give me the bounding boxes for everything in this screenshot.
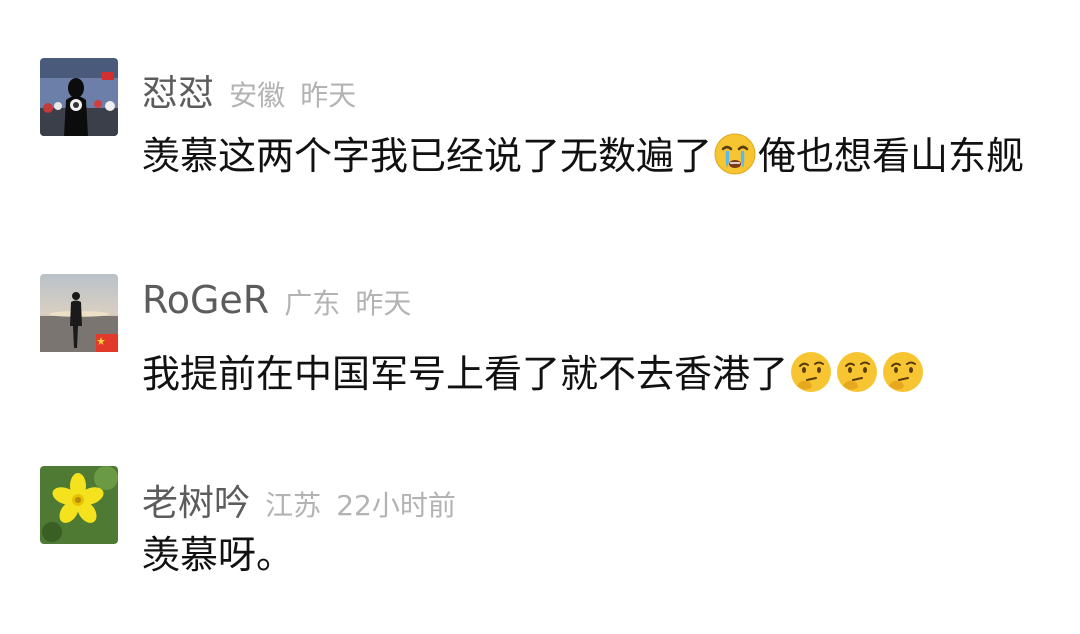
comment-text: 羡慕这两个字我已经说了无数遍了 俺也想看山东舰 <box>142 132 1024 176</box>
comment-meta: 怼怼 安徽 昨天 <box>142 64 356 116</box>
location-label: 江苏 <box>265 489 322 522</box>
comment-meta: RoGeR 广东 昨天 <box>142 278 411 322</box>
avatar[interactable] <box>40 58 118 136</box>
comment-text-part: 我提前在中国军号上看了就不去香港了 <box>142 352 789 396</box>
comment-meta: 老树吟 江苏 22小时前 <box>142 474 456 526</box>
comment-text-part: 羡慕这两个字我已经说了无数遍了 <box>142 134 713 178</box>
china-flag-icon <box>96 334 118 352</box>
thinking-face-icon <box>789 350 833 394</box>
location-label: 安徽 <box>229 79 286 112</box>
comment-text: 我提前在中国军号上看了就不去香港了 <box>142 350 926 394</box>
comment-text-part: 俺也想看山东舰 <box>758 134 1025 178</box>
comment-text: 羡慕呀。 <box>142 536 294 574</box>
avatar[interactable] <box>40 274 118 352</box>
username[interactable]: 怼怼 <box>142 73 214 114</box>
crying-face-icon <box>713 132 757 176</box>
avatar[interactable] <box>40 466 118 544</box>
thinking-face-icon <box>881 350 925 394</box>
timestamp: 昨天 <box>355 287 412 320</box>
timestamp: 22小时前 <box>336 489 456 522</box>
username[interactable]: 老树吟 <box>142 483 250 524</box>
timestamp: 昨天 <box>300 79 357 112</box>
comment-text-part: 羡慕呀。 <box>142 533 295 577</box>
username[interactable]: RoGeR <box>142 278 269 322</box>
thinking-face-icon <box>835 350 879 394</box>
location-label: 广东 <box>284 287 341 320</box>
